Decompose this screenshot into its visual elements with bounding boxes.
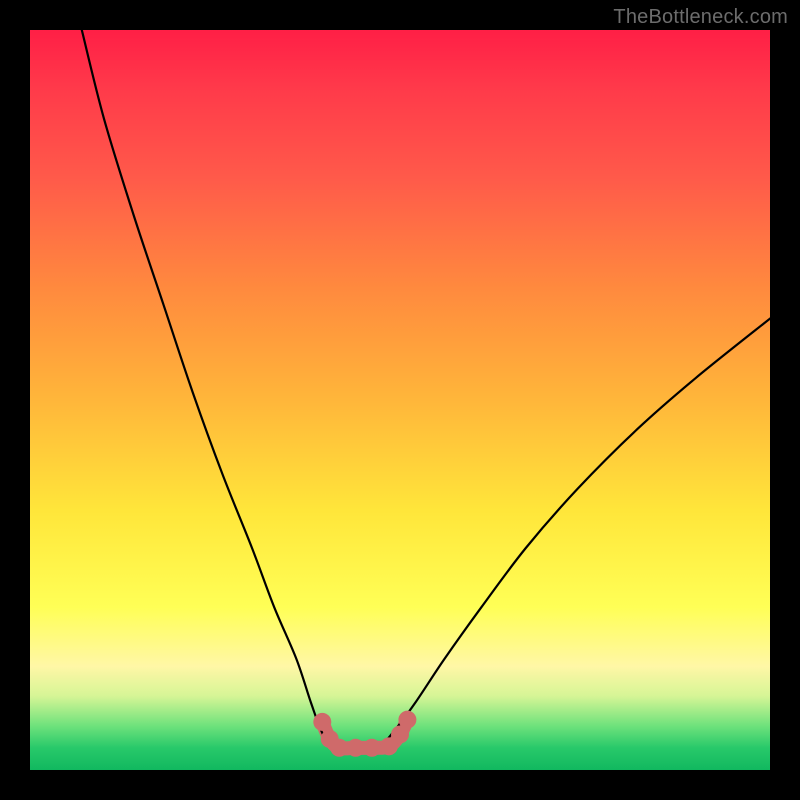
marker-dot	[330, 739, 348, 757]
plot-area	[30, 30, 770, 770]
curve-svg	[30, 30, 770, 770]
bottleneck-curve	[82, 30, 770, 749]
marker-dots	[313, 711, 416, 757]
marker-dot	[398, 711, 416, 729]
marker-dot	[313, 713, 331, 731]
marker-dot	[363, 739, 381, 757]
watermark-text: TheBottleneck.com	[613, 6, 788, 29]
chart-stage: TheBottleneck.com	[0, 0, 800, 800]
marker-dot	[347, 739, 365, 757]
